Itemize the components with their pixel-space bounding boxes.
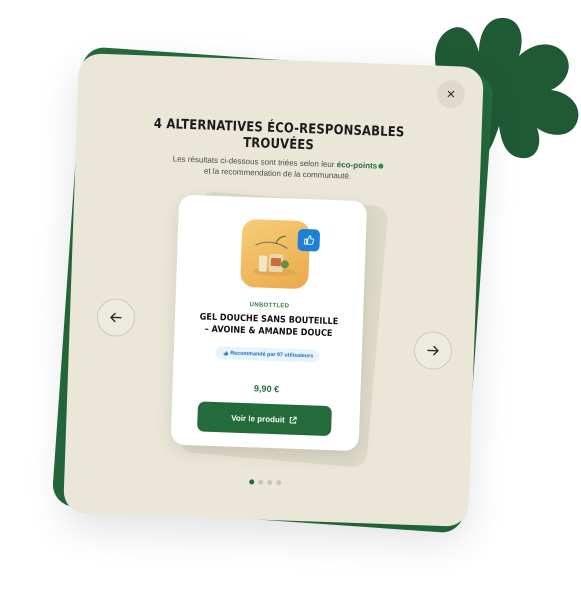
recommendation-text: Recommandé par 97 utilisateurs: [230, 350, 314, 359]
close-icon: ×: [446, 85, 456, 103]
close-button[interactable]: ×: [436, 79, 466, 109]
product-brand: UNBOTTLED: [249, 302, 290, 310]
previous-button[interactable]: [96, 297, 136, 338]
product-name: GEL DOUCHE SANS BOUTEILLE – AVOINE & AMA…: [196, 311, 341, 340]
arrow-right-icon: [427, 345, 439, 356]
next-button[interactable]: [413, 330, 453, 371]
carousel-pagination: [249, 479, 282, 486]
thumbs-up-icon: [304, 235, 315, 245]
pagination-dot[interactable]: [267, 479, 273, 486]
eco-points-icon: [378, 163, 384, 169]
external-link-icon: [289, 416, 298, 424]
subtitle-text: Les résultats ci-dessous sont triées sel…: [172, 154, 335, 170]
eco-points-link[interactable]: éco-points: [337, 160, 378, 170]
product-card: UNBOTTLED GEL DOUCHE SANS BOUTEILLE – AV…: [170, 194, 368, 452]
thumbs-up-small-icon: [223, 350, 228, 355]
pagination-dot[interactable]: [276, 480, 282, 486]
view-product-button[interactable]: Voir le produit: [197, 401, 332, 437]
recommendation-badge: Recommandé par 97 utilisateurs: [215, 346, 320, 363]
view-product-label: Voir le produit: [231, 413, 285, 424]
recommended-badge: [297, 228, 321, 252]
modal-title: 4 ALTERNATIVES ÉCO-RESPONSABLES TROUVÉES: [147, 116, 410, 157]
scene: × 4 ALTERNATIVES ÉCO-RESPONSABLES TROUVÉ…: [0, 0, 581, 596]
modal-subtitle: Les résultats ci-dessous sont triées sel…: [115, 151, 441, 184]
pagination-dot[interactable]: [258, 479, 264, 485]
pagination-dot[interactable]: [249, 479, 255, 485]
product-price: 9,90 €: [253, 383, 280, 395]
arrow-left-icon: [110, 312, 122, 323]
alternatives-modal: × 4 ALTERNATIVES ÉCO-RESPONSABLES TROUVÉ…: [63, 53, 484, 527]
